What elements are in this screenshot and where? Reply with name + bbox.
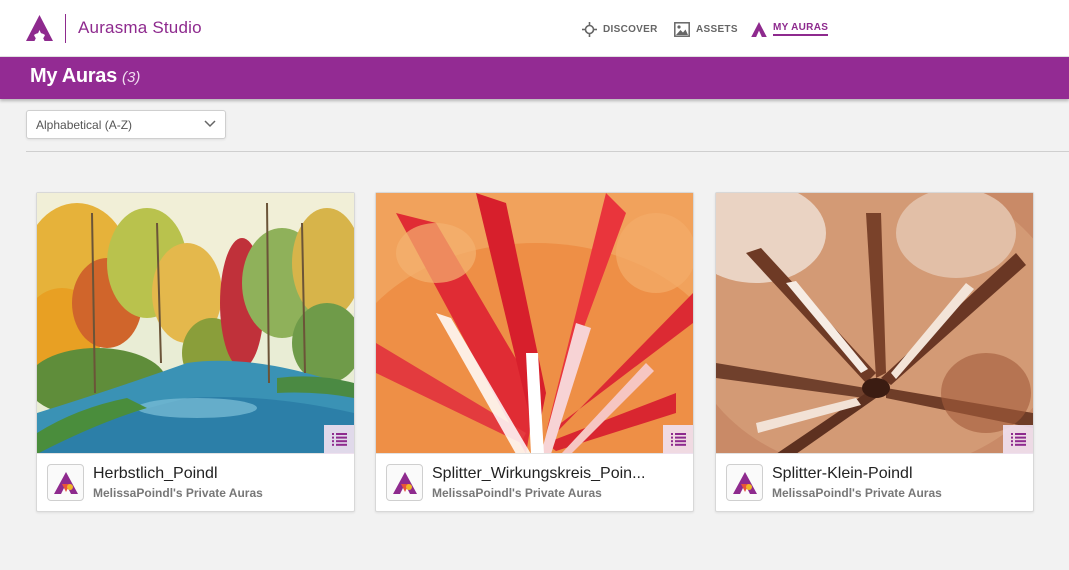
aura-menu-button[interactable] [1003, 425, 1033, 454]
nav-assets-label: ASSETS [696, 23, 738, 35]
aurasma-avatar-icon [53, 471, 78, 494]
sort-selected-value: Alphabetical (A-Z) [36, 118, 133, 132]
page-header: My Auras (3) [0, 57, 1069, 99]
aura-title[interactable]: Splitter_Wirkungskreis_Poin... [432, 465, 682, 483]
aura-card[interactable]: Splitter_Wirkungskreis_Poin... MelissaPo… [375, 192, 694, 512]
aura-card[interactable]: Splitter-Klein-Poindl MelissaPoindl's Pr… [715, 192, 1034, 512]
page-title: My Auras [30, 65, 117, 87]
aura-title[interactable]: Splitter-Klein-Poindl [772, 465, 1022, 483]
aurasma-avatar-icon [732, 471, 757, 494]
list-icon [331, 433, 347, 446]
list-icon [670, 433, 686, 446]
aura-thumbnail-image [376, 193, 693, 453]
aura-thumbnail-image [716, 193, 1033, 453]
nav-my-auras[interactable]: MY AURAS [751, 20, 829, 38]
logo-separator [65, 14, 66, 43]
aurasma-logo-icon[interactable] [26, 15, 53, 41]
aura-count: (3) [122, 69, 141, 86]
crosshair-icon [582, 21, 597, 37]
nav-discover-label: DISCOVER [603, 23, 658, 35]
nav-assets[interactable]: ASSETS [674, 20, 738, 38]
app-name[interactable]: Aurasma Studio [78, 18, 202, 38]
aura-owner: MelissaPoindl's Private Auras [772, 486, 942, 500]
toolbar-divider [26, 151, 1069, 152]
aura-thumbnail[interactable] [376, 193, 693, 454]
image-icon [674, 21, 690, 37]
aura-menu-button[interactable] [324, 425, 354, 454]
avatar [726, 464, 763, 501]
avatar [47, 464, 84, 501]
aura-card[interactable]: Herbstlich_Poindl MelissaPoindl's Privat… [36, 192, 355, 512]
aura-owner: MelissaPoindl's Private Auras [93, 486, 263, 500]
avatar [386, 464, 423, 501]
aurasma-logo-icon [751, 21, 767, 37]
sort-dropdown[interactable]: Alphabetical (A-Z) [26, 110, 226, 139]
chevron-down-icon [204, 120, 216, 128]
top-navigation-bar: Aurasma Studio DISCOVER ASSETS MY AURAS [0, 0, 1069, 57]
list-icon [1010, 433, 1026, 446]
aura-owner: MelissaPoindl's Private Auras [432, 486, 602, 500]
aura-menu-button[interactable] [663, 425, 693, 454]
nav-my-auras-label: MY AURAS [773, 22, 829, 36]
nav-discover[interactable]: DISCOVER [582, 20, 658, 38]
aura-thumbnail-image [37, 193, 354, 453]
aura-thumbnail[interactable] [37, 193, 354, 454]
aura-thumbnail[interactable] [716, 193, 1033, 454]
aurasma-avatar-icon [392, 471, 417, 494]
aura-title[interactable]: Herbstlich_Poindl [93, 465, 343, 483]
